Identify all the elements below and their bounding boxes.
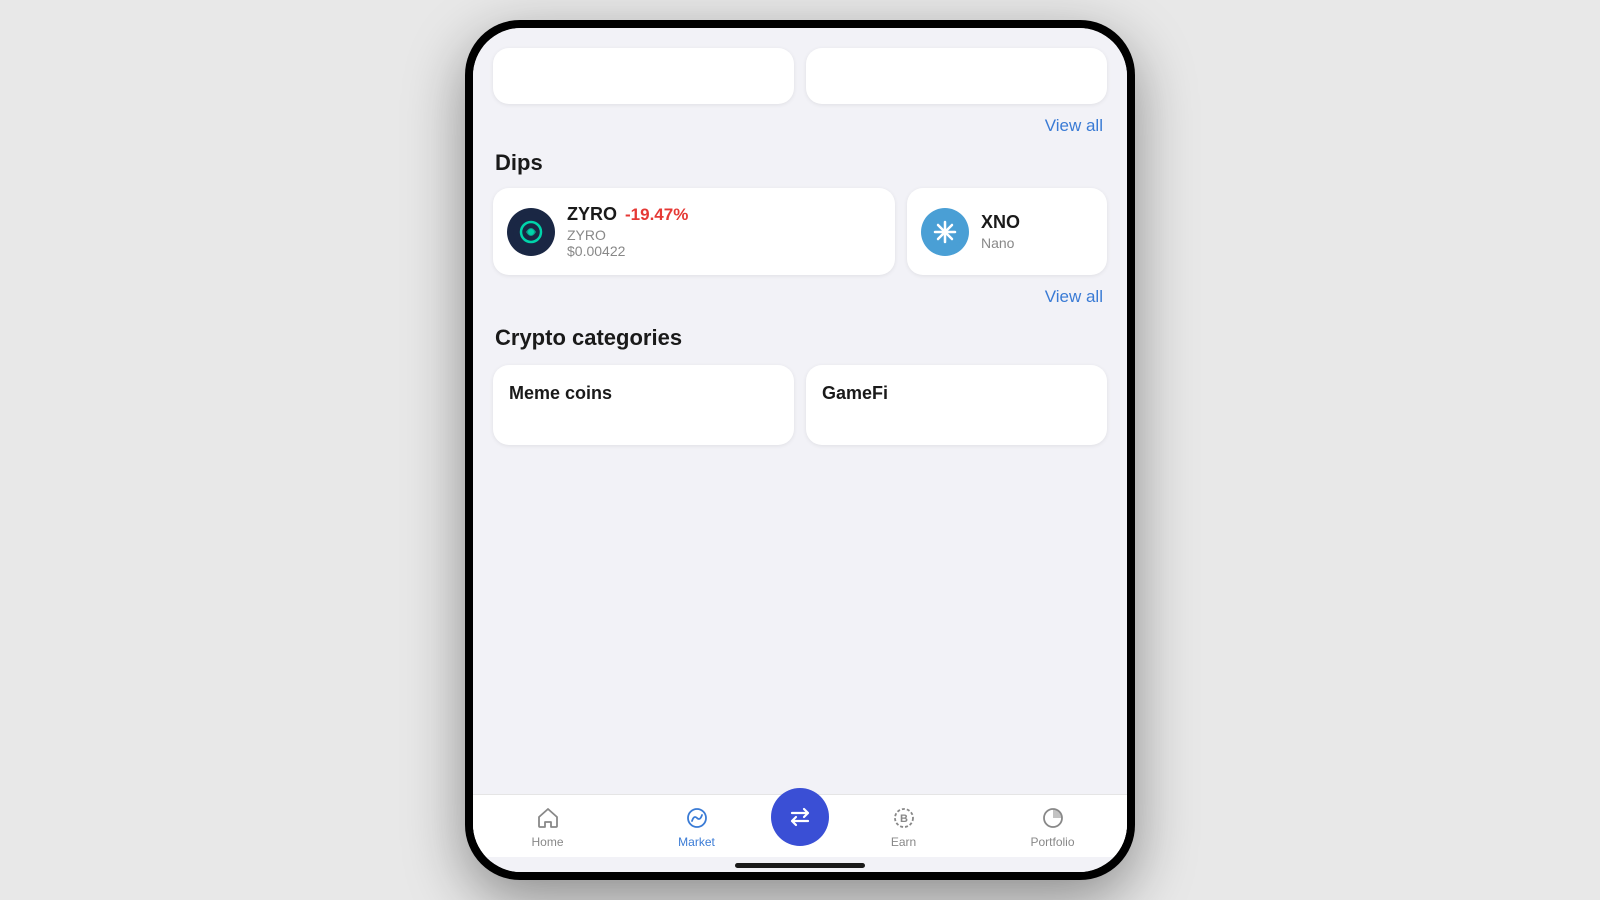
nav-home[interactable]: Home <box>473 805 622 849</box>
meme-coins-label: Meme coins <box>509 383 778 404</box>
home-label: Home <box>531 835 563 849</box>
view-all-row-2: View all <box>473 275 1127 311</box>
svg-text:B: B <box>900 813 908 825</box>
crypto-categories-title: Crypto categories <box>473 311 1127 363</box>
categories-row: Meme coins GameFi <box>473 365 1127 445</box>
view-all-row-1: View all <box>473 104 1127 136</box>
zyro-change: -19.47% <box>625 205 688 225</box>
zyro-symbol: ZYRO <box>567 204 617 225</box>
xno-coin-info: XNO Nano <box>981 212 1093 251</box>
dips-section-title: Dips <box>473 136 1127 188</box>
phone-frame: View all Dips <box>465 20 1135 880</box>
nav-market[interactable]: Market <box>622 805 771 849</box>
nav-earn[interactable]: B Earn <box>829 805 978 849</box>
xno-name: Nano <box>981 235 1093 251</box>
earn-label: Earn <box>891 835 916 849</box>
phone-screen: View all Dips <box>473 28 1127 872</box>
gamefi-label: GameFi <box>822 383 1091 404</box>
xno-card[interactable]: XNO Nano <box>907 188 1107 275</box>
scroll-content: View all Dips <box>473 28 1127 872</box>
market-icon <box>684 805 710 831</box>
nav-swap[interactable] <box>771 808 829 846</box>
xno-symbol: XNO <box>981 212 1020 233</box>
dips-cards-row: ZYRO -19.47% ZYRO $0.00422 <box>473 188 1127 275</box>
top-card-right <box>806 48 1107 104</box>
gamefi-card[interactable]: GameFi <box>806 365 1107 445</box>
portfolio-label: Portfolio <box>1030 835 1074 849</box>
zyro-card[interactable]: ZYRO -19.47% ZYRO $0.00422 <box>493 188 895 275</box>
zyro-name: ZYRO <box>567 227 881 243</box>
zyro-price: $0.00422 <box>567 243 881 259</box>
view-all-link-2[interactable]: View all <box>1045 287 1103 307</box>
swap-button[interactable] <box>771 788 829 846</box>
home-indicator <box>735 863 865 868</box>
meme-coins-card[interactable]: Meme coins <box>493 365 794 445</box>
bottom-nav: Home Market <box>473 794 1127 857</box>
zyro-logo <box>507 208 555 256</box>
xno-name-row: XNO <box>981 212 1093 233</box>
view-all-link-1[interactable]: View all <box>1045 116 1103 136</box>
zyro-coin-info: ZYRO -19.47% ZYRO $0.00422 <box>567 204 881 259</box>
top-cards-row <box>473 48 1127 104</box>
earn-icon: B <box>891 805 917 831</box>
xno-logo <box>921 208 969 256</box>
top-card-left <box>493 48 794 104</box>
nav-portfolio[interactable]: Portfolio <box>978 805 1127 849</box>
portfolio-icon <box>1040 805 1066 831</box>
home-icon <box>535 805 561 831</box>
zyro-name-row: ZYRO -19.47% <box>567 204 881 225</box>
market-label: Market <box>678 835 715 849</box>
